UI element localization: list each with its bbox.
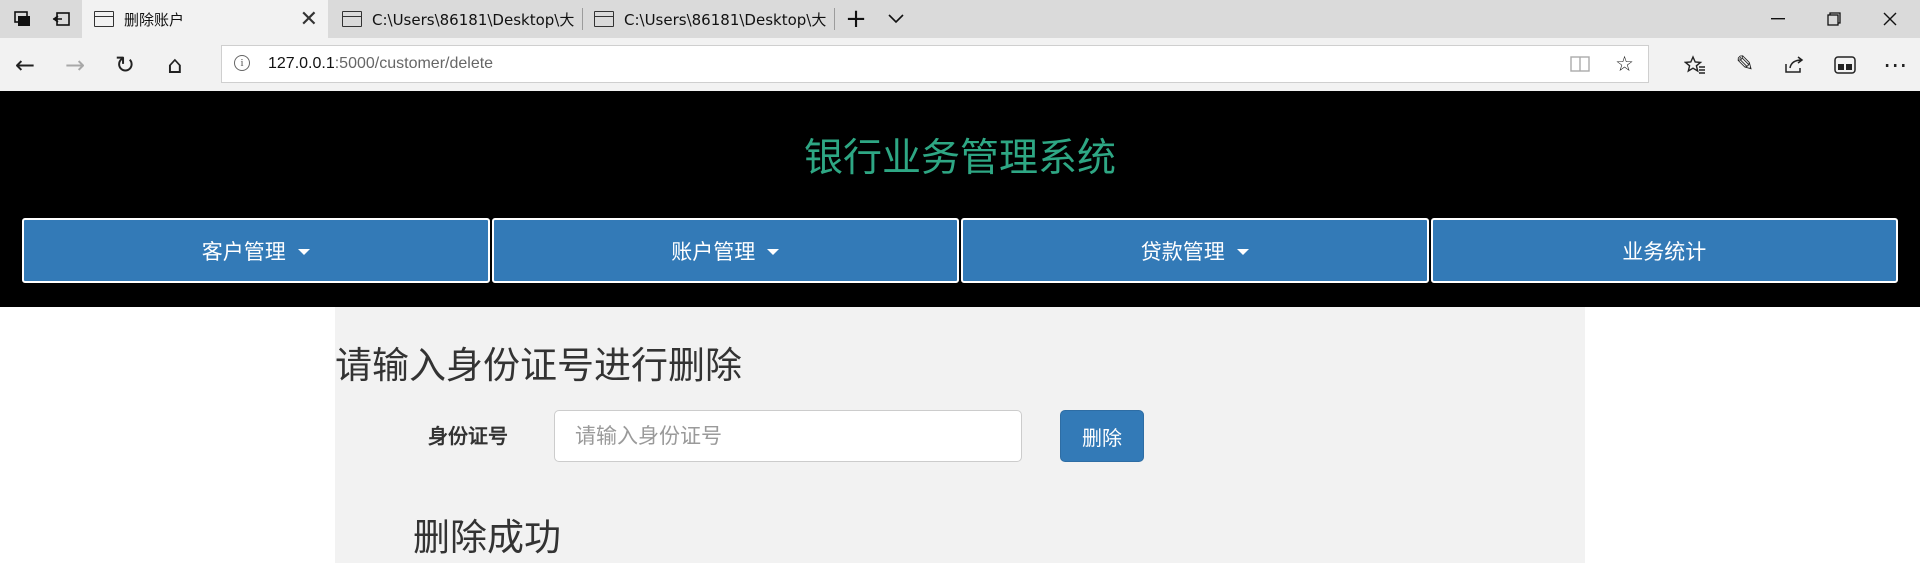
forward-icon[interactable]: → — [50, 38, 100, 91]
tab-strip: 删除账户 ✕ C:\Users\86181\Desktop\大 C:\Users… — [0, 0, 1920, 38]
more-options-icon[interactable]: ⋯ — [1872, 38, 1918, 91]
notes-pen-icon[interactable]: ✎ — [1722, 38, 1768, 91]
tab-manager-icon[interactable] — [8, 0, 38, 38]
reading-view-icon[interactable] — [1570, 46, 1590, 82]
restore-icon[interactable] — [1806, 0, 1862, 38]
main-nav: 客户管理 账户管理 贷款管理 业务统计 — [22, 218, 1898, 283]
page-icon — [594, 11, 614, 27]
caret-down-icon — [297, 249, 310, 255]
window-close-icon[interactable] — [1862, 0, 1918, 38]
favorites-hub-icon[interactable] — [1672, 38, 1718, 91]
url-text[interactable]: 127.0.0.1:5000/customer/delete — [268, 46, 493, 82]
close-tab-icon[interactable]: ✕ — [300, 0, 318, 38]
id-number-label: 身份证号 — [428, 424, 508, 448]
page-icon — [94, 11, 114, 27]
tab-divider — [834, 8, 835, 30]
navigation-toolbar: ← → ↻ ⌂ i 127.0.0.1:5000/customer/delete… — [0, 38, 1920, 91]
page-heading: 请输入身份证号进行删除 — [335, 344, 742, 387]
site-title: 银行业务管理系统 — [803, 136, 1116, 181]
web-page: 银行业务管理系统 客户管理 账户管理 贷款管理 业务统计 请输入身份证号进行删除… — [0, 91, 1920, 563]
delete-button[interactable]: 删除 — [1060, 410, 1144, 462]
home-icon[interactable]: ⌂ — [150, 38, 200, 91]
set-aside-tabs-icon[interactable] — [46, 0, 76, 38]
favorite-star-icon[interactable]: ☆ — [1615, 46, 1634, 82]
nav-customer-management[interactable]: 客户管理 — [22, 218, 490, 283]
tab-desktop-file-1[interactable]: C:\Users\86181\Desktop\大 — [330, 0, 580, 38]
nav-label: 客户管理 — [201, 239, 286, 264]
address-bar[interactable]: i 127.0.0.1:5000/customer/delete ☆ — [221, 45, 1649, 83]
url-path: :5000/customer/delete — [334, 55, 494, 72]
id-number-input[interactable] — [554, 410, 1022, 462]
nav-loan-management[interactable]: 贷款管理 — [961, 218, 1429, 283]
refresh-icon[interactable]: ↻ — [100, 38, 150, 91]
tab-list-chevron-icon[interactable] — [880, 0, 912, 38]
result-message: 删除成功 — [413, 516, 561, 559]
nav-account-management[interactable]: 账户管理 — [491, 218, 959, 283]
tab-title: 删除账户 — [124, 10, 185, 29]
tab-delete-account[interactable]: 删除账户 ✕ — [82, 0, 328, 38]
page-icon — [342, 11, 362, 27]
nav-label: 业务统计 — [1622, 239, 1707, 264]
nav-business-statistics[interactable]: 业务统计 — [1430, 218, 1898, 283]
minimize-icon[interactable] — [1750, 0, 1806, 38]
new-tab-icon[interactable]: + — [840, 0, 872, 38]
delete-customer-panel: 请输入身份证号进行删除 身份证号 删除 删除成功 — [335, 307, 1585, 563]
nav-label: 贷款管理 — [1140, 239, 1225, 264]
caret-down-icon — [1236, 249, 1249, 255]
share-icon[interactable] — [1772, 38, 1818, 91]
extensions-icon[interactable] — [1822, 38, 1868, 91]
url-host: 127.0.0.1 — [268, 55, 335, 72]
tab-title: C:\Users\86181\Desktop\大 — [624, 10, 827, 29]
site-header: 银行业务管理系统 客户管理 账户管理 贷款管理 业务统计 — [0, 91, 1920, 307]
tab-desktop-file-2[interactable]: C:\Users\86181\Desktop\大 — [582, 0, 834, 38]
back-icon[interactable]: ← — [0, 38, 50, 91]
caret-down-icon — [767, 249, 780, 255]
nav-label: 账户管理 — [671, 239, 756, 264]
site-info-icon[interactable]: i — [234, 55, 250, 71]
tab-title: C:\Users\86181\Desktop\大 — [372, 10, 575, 29]
